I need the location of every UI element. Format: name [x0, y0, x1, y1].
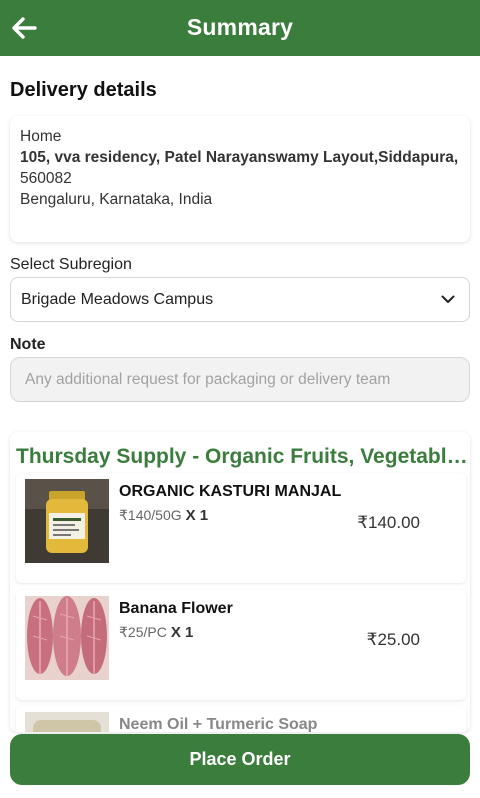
note-input[interactable] — [10, 357, 470, 402]
address-line: 105, vva residency, Patel Narayanswamy L… — [20, 149, 459, 166]
subregion-select[interactable]: Brigade Meadows Campus — [10, 277, 470, 322]
address-type: Home — [20, 128, 62, 145]
subregion-selected-value: Brigade Meadows Campus — [21, 290, 214, 308]
item-name: Neem Oil + Turmeric Soap — [119, 716, 318, 732]
item-total: ₹25.00 — [366, 630, 420, 649]
item-total: ₹140.00 — [357, 513, 420, 532]
item-quantity: X 1 — [170, 624, 194, 641]
app-header: Summary — [0, 0, 480, 56]
address-city: Bengaluru, Karnataka, India — [20, 191, 213, 208]
item-unit-price-value: ₹25/PC — [119, 624, 167, 640]
subregion-label: Select Subregion — [10, 256, 132, 273]
item-name: Banana Flower — [119, 600, 233, 617]
order-item[interactable]: Neem Oil + Turmeric Soap — [16, 706, 466, 732]
delivery-details-heading: Delivery details — [10, 79, 157, 101]
banana-flower-icon — [25, 596, 109, 680]
address-card[interactable]: Home 105, vva residency, Patel Narayansw… — [10, 116, 470, 242]
order-item[interactable]: Banana Flower ₹25/PC X 1 ₹25.00 — [16, 590, 466, 700]
item-quantity: X 1 — [185, 507, 209, 524]
soap-icon — [25, 712, 109, 732]
order-item[interactable]: ORGANIC KASTURI MANJAL ₹140/50G X 1 ₹140.… — [16, 473, 466, 583]
item-unit-price-value: ₹140/50G — [119, 507, 182, 523]
chevron-down-icon — [441, 295, 455, 303]
address-pincode: 560082 — [20, 170, 72, 187]
note-label: Note — [10, 336, 46, 353]
page-title: Summary — [186, 14, 294, 40]
place-order-button[interactable]: Place Order — [10, 734, 470, 785]
item-unit-price: ₹140/50G X 1 — [119, 507, 208, 524]
item-unit-price: ₹25/PC X 1 — [119, 624, 193, 641]
order-card: Thursday Supply - Organic Fruits, Vegeta… — [10, 432, 470, 732]
item-name: ORGANIC KASTURI MANJAL — [119, 483, 342, 500]
supply-title: Thursday Supply - Organic Fruits, Vegeta… — [16, 445, 468, 468]
turmeric-jar-icon — [25, 479, 109, 563]
